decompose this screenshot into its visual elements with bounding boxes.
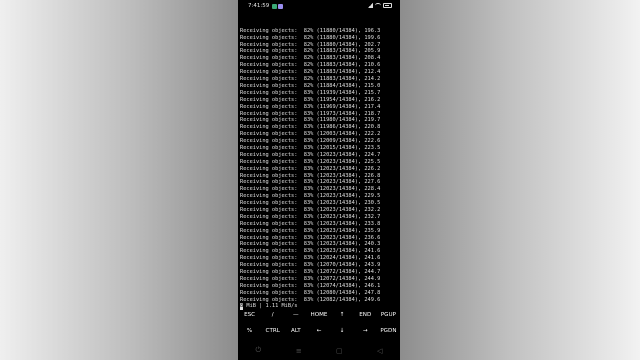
terminal-output[interactable]: Receiving objects: 82% (11880/14384), 19…	[240, 14, 400, 324]
key-home[interactable]: HOME	[307, 308, 330, 322]
key-right-arrow[interactable]: →	[354, 324, 377, 338]
key-up-arrow[interactable]: ↑	[331, 308, 354, 322]
terminal-line: Receiving objects: 83% (11939/14384), 21…	[240, 89, 381, 96]
menu-icon[interactable]: ≡	[292, 347, 306, 355]
extra-keys-row-2: % CTRL ALT ← ↓ → PGDN	[238, 324, 400, 338]
left-background	[0, 0, 238, 360]
terminal-line: Receiving objects: 83% (12023/14384), 23…	[240, 220, 381, 227]
wifi-icon	[375, 3, 381, 8]
terminal-line: Receiving objects: 82% (11880/14384), 19…	[240, 34, 381, 41]
terminal-line: Receiving objects: 83% (11969/14384), 21…	[240, 103, 381, 110]
terminal-line: Receiving objects: 82% (11880/14384), 20…	[240, 41, 381, 48]
status-time: 7:41:59	[248, 3, 270, 9]
terminal-line: Receiving objects: 83% (12024/14384), 24…	[240, 255, 381, 262]
key-esc[interactable]: ESC	[238, 308, 261, 322]
terminal-line: Receiving objects: 83% (12023/14384), 22…	[240, 179, 381, 186]
terminal-line: Receiving objects: 82% (11883/14384), 21…	[240, 69, 381, 76]
terminal-line: Receiving objects: 82% (11883/14384), 21…	[240, 62, 381, 69]
status-icons	[368, 3, 392, 8]
terminal-line: Receiving objects: 82% (11883/14384), 20…	[240, 55, 381, 62]
phone-screen: 7:41:59 Receiving objects: 82% (11880/14…	[238, 0, 400, 360]
key-end[interactable]: END	[354, 308, 377, 322]
terminal-line: Receiving objects: 82% (11880/14384), 19…	[240, 27, 381, 34]
terminal-line: Receiving objects: 83% (11986/14384), 22…	[240, 124, 381, 131]
terminal-line: Receiving objects: 83% (12023/14384), 24…	[240, 248, 381, 255]
terminal-line: Receiving objects: 83% (12023/14384), 24…	[240, 241, 381, 248]
key-slash[interactable]: /	[261, 308, 284, 322]
status-bar: 7:41:59	[238, 0, 400, 14]
terminal-line: Receiving objects: 83% (11980/14384), 21…	[240, 117, 381, 124]
terminal-line: Receiving objects: 83% (12023/14384), 22…	[240, 151, 381, 158]
terminal-line: Receiving objects: 83% (12009/14384), 22…	[240, 138, 381, 145]
power-icon[interactable]: ⏻	[251, 346, 265, 355]
terminal-line: Receiving objects: 82% (11884/14384), 21…	[240, 82, 381, 89]
terminal-line: Receiving objects: 83% (12074/14384), 24…	[240, 282, 381, 289]
terminal-line: Receiving objects: 83% (12072/14384), 24…	[240, 268, 381, 275]
key-down-arrow[interactable]: ↓	[331, 324, 354, 338]
terminal-line: Receiving objects: 83% (12023/14384), 23…	[240, 227, 381, 234]
terminal-line: Receiving objects: 83% (12003/14384), 22…	[240, 131, 381, 138]
terminal-line: Receiving objects: 83% (12023/14384), 23…	[240, 206, 381, 213]
terminal-line: Receiving objects: 83% (12023/14384), 22…	[240, 193, 381, 200]
terminal-line: Receiving objects: 83% (12082/14384), 24…	[240, 296, 381, 303]
extra-keys-row-1: ESC / — HOME ↑ END PGUP	[238, 308, 400, 322]
signal-icon	[368, 3, 373, 8]
terminal-line: Receiving objects: 82% (11883/14384), 21…	[240, 76, 381, 83]
terminal-line: Receiving objects: 83% (12070/14384), 24…	[240, 262, 381, 269]
key-dash[interactable]: —	[284, 308, 307, 322]
terminal-line: Receiving objects: 83% (12023/14384), 22…	[240, 158, 381, 165]
key-ctrl[interactable]: CTRL	[261, 324, 284, 338]
key-percent[interactable]: %	[238, 324, 261, 338]
back-triangle-icon[interactable]: ◁	[373, 347, 387, 355]
key-left-arrow[interactable]: ←	[307, 324, 330, 338]
terminal-line: Receiving objects: 83% (12015/14384), 22…	[240, 144, 381, 151]
notification-app-icon-2	[278, 4, 283, 9]
key-alt[interactable]: ALT	[284, 324, 307, 338]
terminal-line: Receiving objects: 83% (12023/14384), 23…	[240, 200, 381, 207]
terminal-line: Receiving objects: 83% (12023/14384), 23…	[240, 213, 381, 220]
navigation-bar: ⏻ ≡ ▢ ◁	[238, 341, 400, 360]
terminal-line: Receiving objects: 83% (11954/14384), 21…	[240, 96, 381, 103]
home-square-icon[interactable]: ▢	[332, 347, 346, 355]
battery-icon	[383, 3, 392, 8]
right-background	[400, 0, 640, 360]
key-pgup[interactable]: PGUP	[377, 308, 400, 322]
terminal-line: Receiving objects: 83% (12080/14384), 24…	[240, 289, 381, 296]
terminal-line: Receiving objects: 82% (11883/14384), 20…	[240, 48, 381, 55]
key-pgdn[interactable]: PGDN	[377, 324, 400, 338]
terminal-line: Receiving objects: 83% (11973/14384), 21…	[240, 110, 381, 117]
terminal-line: Receiving objects: 83% (12023/14384), 22…	[240, 172, 381, 179]
notification-app-icon	[272, 4, 277, 9]
terminal-line: Receiving objects: 83% (12023/14384), 23…	[240, 234, 381, 241]
terminal-line: Receiving objects: 83% (12023/14384), 22…	[240, 186, 381, 193]
terminal-line: Receiving objects: 83% (12023/14384), 22…	[240, 165, 381, 172]
terminal-line: Receiving objects: 83% (12072/14384), 24…	[240, 275, 381, 282]
